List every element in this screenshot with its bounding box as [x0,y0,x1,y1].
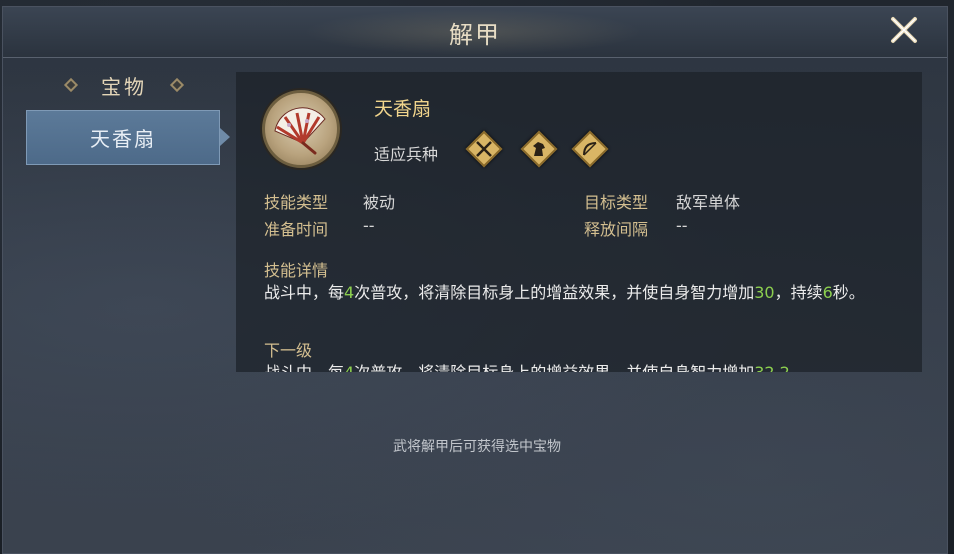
selected-arrow-icon [220,128,230,146]
treasure-detail-panel: 天香扇 适应兵种 技能类型 被动 目标类型 敌军单体 准备时间 -- 释放间隔 … [236,72,922,372]
skill-type-value: 被动 [363,193,396,212]
diamond-ornament-icon [63,77,79,93]
sidebar-header: 宝物 [63,70,185,100]
skill-detail-title: 技能详情 [264,261,329,280]
target-type-label: 目标类型 [584,193,649,212]
dialog-title: 解甲 [449,21,501,49]
skill-description: 战斗中，每4次普攻，将清除目标身上的增益效果，并使自身智力增加30，持续6秒。 [264,283,865,302]
treasure-name: 天香扇 [374,98,432,120]
prep-time-value: -- [363,216,375,235]
sidebar-item-label: 天香扇 [90,127,156,151]
sidebar-header-label: 宝物 [101,74,147,99]
bow-icon [571,130,609,168]
target-type-value: 敌军单体 [676,193,741,212]
close-button[interactable] [884,10,924,50]
skill-type-label: 技能类型 [264,193,329,212]
title-bar: 解甲 [3,7,947,58]
cooldown-label: 释放间隔 [584,220,649,239]
sidebar-item-treasure[interactable]: 天香扇 [26,110,220,165]
next-level-description: 战斗中，每4次普攻，将清除目标身上的增益效果，并使自身智力增加32.2 [264,360,896,372]
troop-type-label: 适应兵种 [374,145,439,164]
close-icon [891,17,917,43]
next-level-title: 下一级 [264,341,313,360]
prep-time-label: 准备时间 [264,220,329,239]
crossed-swords-icon [465,130,503,168]
folding-fan-icon [262,90,340,168]
diamond-ornament-icon [169,77,185,93]
cooldown-value: -- [676,216,688,235]
horse-icon [520,130,558,168]
footer-note: 武将解甲后可获得选中宝物 [393,439,561,455]
